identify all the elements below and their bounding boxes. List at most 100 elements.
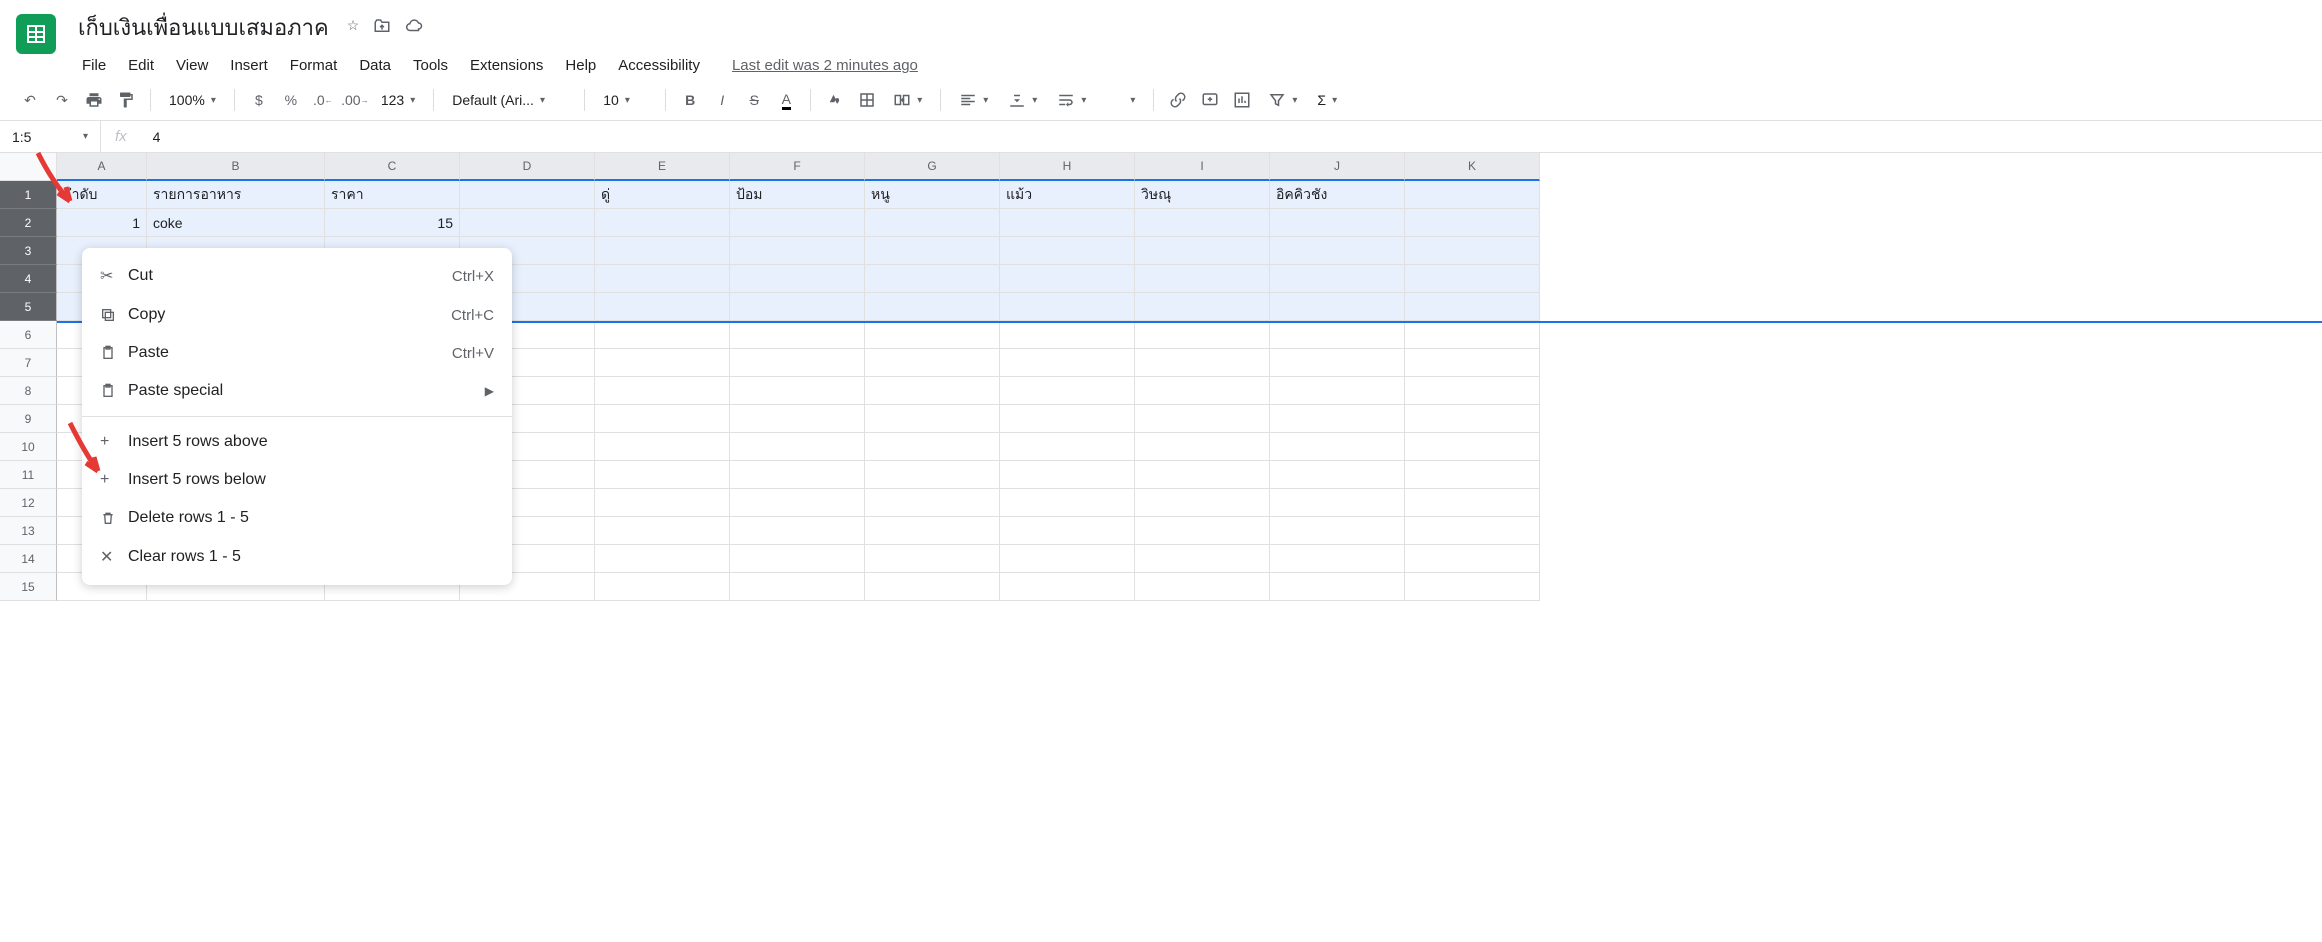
doc-title[interactable]: เก็บเงินเพื่อนแบบเสมอภาค [72, 8, 335, 47]
rotate-button[interactable]: ▾ [1098, 87, 1143, 113]
row-header-14[interactable]: 14 [0, 545, 57, 573]
cell-G13[interactable] [865, 517, 1000, 545]
cell-H9[interactable] [1000, 405, 1135, 433]
strikethrough-button[interactable]: S [740, 86, 768, 114]
row-header-11[interactable]: 11 [0, 461, 57, 489]
cell-K10[interactable] [1405, 433, 1540, 461]
col-header-J[interactable]: J [1270, 153, 1405, 181]
cell-H13[interactable] [1000, 517, 1135, 545]
borders-button[interactable] [853, 86, 881, 114]
row-header-4[interactable]: 4 [0, 265, 57, 293]
row-header-1[interactable]: 1 [0, 181, 57, 209]
col-header-A[interactable]: A [57, 153, 147, 181]
cell-I10[interactable] [1135, 433, 1270, 461]
cell-E9[interactable] [595, 405, 730, 433]
menu-data[interactable]: Data [349, 51, 401, 80]
comment-button[interactable] [1196, 86, 1224, 114]
cell-H5[interactable] [1000, 293, 1135, 321]
cell-I13[interactable] [1135, 517, 1270, 545]
row-header-8[interactable]: 8 [0, 377, 57, 405]
cell-I6[interactable] [1135, 321, 1270, 349]
cell-A2[interactable]: 1 [57, 209, 147, 237]
cell-K8[interactable] [1405, 377, 1540, 405]
col-header-F[interactable]: F [730, 153, 865, 181]
menu-help[interactable]: Help [555, 51, 606, 80]
cell-G9[interactable] [865, 405, 1000, 433]
cell-D1[interactable] [460, 181, 595, 209]
cell-E4[interactable] [595, 265, 730, 293]
row-header-13[interactable]: 13 [0, 517, 57, 545]
cell-F14[interactable] [730, 545, 865, 573]
cell-J11[interactable] [1270, 461, 1405, 489]
row-header-9[interactable]: 9 [0, 405, 57, 433]
cell-B1[interactable]: รายการอาหาร [147, 181, 325, 209]
cell-G1[interactable]: หนู [865, 181, 1000, 209]
cell-I5[interactable] [1135, 293, 1270, 321]
cell-J7[interactable] [1270, 349, 1405, 377]
cell-E11[interactable] [595, 461, 730, 489]
cell-I12[interactable] [1135, 489, 1270, 517]
percent-button[interactable]: % [277, 86, 305, 114]
valign-button[interactable]: ▾ [1000, 87, 1045, 113]
cell-K13[interactable] [1405, 517, 1540, 545]
cell-E5[interactable] [595, 293, 730, 321]
cell-G4[interactable] [865, 265, 1000, 293]
cell-I2[interactable] [1135, 209, 1270, 237]
cell-E2[interactable] [595, 209, 730, 237]
cell-K14[interactable] [1405, 545, 1540, 573]
redo-button[interactable]: ↷ [48, 86, 76, 114]
cell-J6[interactable] [1270, 321, 1405, 349]
ctx-insert-above[interactable]: + Insert 5 rows above [82, 423, 512, 461]
row-header-3[interactable]: 3 [0, 237, 57, 265]
row-header-10[interactable]: 10 [0, 433, 57, 461]
cell-F2[interactable] [730, 209, 865, 237]
ctx-delete-rows[interactable]: Delete rows 1 - 5 [82, 499, 512, 537]
font-select[interactable]: Default (Ari...▾ [444, 88, 574, 112]
fill-color-button[interactable] [821, 86, 849, 114]
cell-I3[interactable] [1135, 237, 1270, 265]
cell-H4[interactable] [1000, 265, 1135, 293]
row-header-7[interactable]: 7 [0, 349, 57, 377]
cell-I14[interactable] [1135, 545, 1270, 573]
cloud-icon[interactable] [405, 17, 423, 38]
col-header-H[interactable]: H [1000, 153, 1135, 181]
halign-button[interactable]: ▾ [951, 87, 996, 113]
cell-F4[interactable] [730, 265, 865, 293]
cell-E10[interactable] [595, 433, 730, 461]
cell-D2[interactable] [460, 209, 595, 237]
row-header-2[interactable]: 2 [0, 209, 57, 237]
menu-edit[interactable]: Edit [118, 51, 164, 80]
cell-F11[interactable] [730, 461, 865, 489]
cell-J8[interactable] [1270, 377, 1405, 405]
menu-tools[interactable]: Tools [403, 51, 458, 80]
cell-F6[interactable] [730, 321, 865, 349]
cell-A1[interactable]: ลำดับ [57, 181, 147, 209]
cell-H6[interactable] [1000, 321, 1135, 349]
bold-button[interactable]: B [676, 86, 704, 114]
paint-format-button[interactable] [112, 86, 140, 114]
cell-B2[interactable]: coke [147, 209, 325, 237]
col-header-I[interactable]: I [1135, 153, 1270, 181]
cell-H1[interactable]: แม้ว [1000, 181, 1135, 209]
last-edit-link[interactable]: Last edit was 2 minutes ago [732, 57, 918, 74]
row-header-12[interactable]: 12 [0, 489, 57, 517]
cell-E8[interactable] [595, 377, 730, 405]
col-header-G[interactable]: G [865, 153, 1000, 181]
star-icon[interactable]: ☆ [347, 17, 360, 38]
cell-K2[interactable] [1405, 209, 1540, 237]
move-icon[interactable] [373, 17, 391, 38]
menu-accessibility[interactable]: Accessibility [608, 51, 710, 80]
cell-F8[interactable] [730, 377, 865, 405]
cell-H7[interactable] [1000, 349, 1135, 377]
cell-E15[interactable] [595, 573, 730, 601]
cell-G3[interactable] [865, 237, 1000, 265]
menu-format[interactable]: Format [280, 51, 348, 80]
cell-G8[interactable] [865, 377, 1000, 405]
cell-I4[interactable] [1135, 265, 1270, 293]
cell-K3[interactable] [1405, 237, 1540, 265]
select-all-corner[interactable] [0, 153, 57, 181]
row-header-6[interactable]: 6 [0, 321, 57, 349]
cell-J10[interactable] [1270, 433, 1405, 461]
cell-H14[interactable] [1000, 545, 1135, 573]
cell-E3[interactable] [595, 237, 730, 265]
